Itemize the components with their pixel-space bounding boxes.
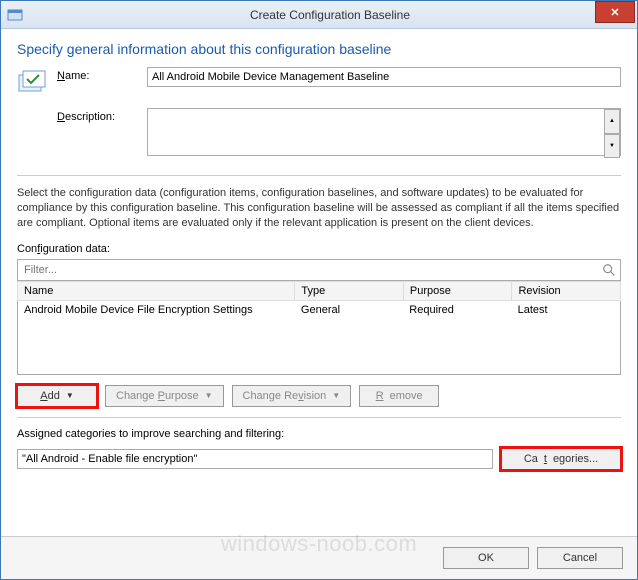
- assigned-row: Categories...: [17, 448, 621, 470]
- filter-input[interactable]: [18, 260, 598, 280]
- categories-button[interactable]: Categories...: [501, 448, 621, 470]
- change-purpose-button[interactable]: Change Purpose▼: [105, 385, 224, 407]
- description-scroll[interactable]: ▲ ▼: [604, 109, 620, 158]
- add-button[interactable]: Add▼: [17, 385, 97, 407]
- close-button[interactable]: ✕: [595, 1, 635, 23]
- caret-down-icon: ▼: [66, 391, 74, 400]
- name-row: Name:: [17, 67, 621, 102]
- scroll-down-icon[interactable]: ▼: [604, 134, 620, 159]
- search-icon[interactable]: [598, 260, 620, 280]
- description-row: Description: ▲ ▼: [17, 108, 621, 159]
- scroll-up-icon[interactable]: ▲: [604, 109, 620, 134]
- app-icon: [7, 7, 23, 23]
- close-icon: ✕: [610, 6, 619, 19]
- description-input[interactable]: [147, 108, 621, 156]
- change-revision-button[interactable]: Change Revision▼: [232, 385, 352, 407]
- page-heading: Specify general information about this c…: [17, 41, 621, 57]
- config-data-table: Name Type Purpose Revision: [17, 281, 621, 301]
- dialog-window: Create Configuration Baseline ✕ Specify …: [0, 0, 638, 580]
- divider: [17, 175, 621, 176]
- ok-button[interactable]: OK: [443, 547, 529, 569]
- description-label: Description:: [57, 108, 147, 123]
- assigned-label: Assigned categories to improve searching…: [17, 428, 621, 440]
- filter-row: [17, 259, 621, 281]
- titlebar: Create Configuration Baseline ✕: [1, 1, 637, 29]
- col-purpose[interactable]: Purpose: [403, 281, 512, 300]
- cell-revision: Latest: [512, 301, 620, 319]
- divider: [17, 417, 621, 418]
- table-row[interactable]: Android Mobile Device File Encryption Se…: [18, 301, 620, 319]
- dialog-content: Specify general information about this c…: [1, 29, 637, 536]
- wizard-icon: [17, 90, 49, 102]
- help-text: Select the configuration data (configura…: [17, 186, 621, 231]
- window-title: Create Configuration Baseline: [23, 8, 637, 22]
- cell-name: Android Mobile Device File Encryption Se…: [18, 301, 295, 319]
- assigned-categories-field: [17, 449, 493, 469]
- col-revision[interactable]: Revision: [512, 281, 621, 300]
- name-input[interactable]: [147, 67, 621, 87]
- remove-button[interactable]: Remove: [359, 385, 439, 407]
- cell-type: General: [295, 301, 403, 319]
- dialog-footer: OK Cancel: [1, 536, 637, 579]
- cancel-button[interactable]: Cancel: [537, 547, 623, 569]
- cell-purpose: Required: [403, 301, 511, 319]
- caret-down-icon: ▼: [332, 391, 340, 400]
- col-name[interactable]: Name: [18, 281, 295, 300]
- config-data-label: Configuration data:: [17, 243, 621, 255]
- config-buttons: Add▼ Change Purpose▼ Change Revision▼ Re…: [17, 385, 621, 407]
- name-label: Name:: [57, 67, 147, 82]
- col-type[interactable]: Type: [295, 281, 404, 300]
- caret-down-icon: ▼: [205, 391, 213, 400]
